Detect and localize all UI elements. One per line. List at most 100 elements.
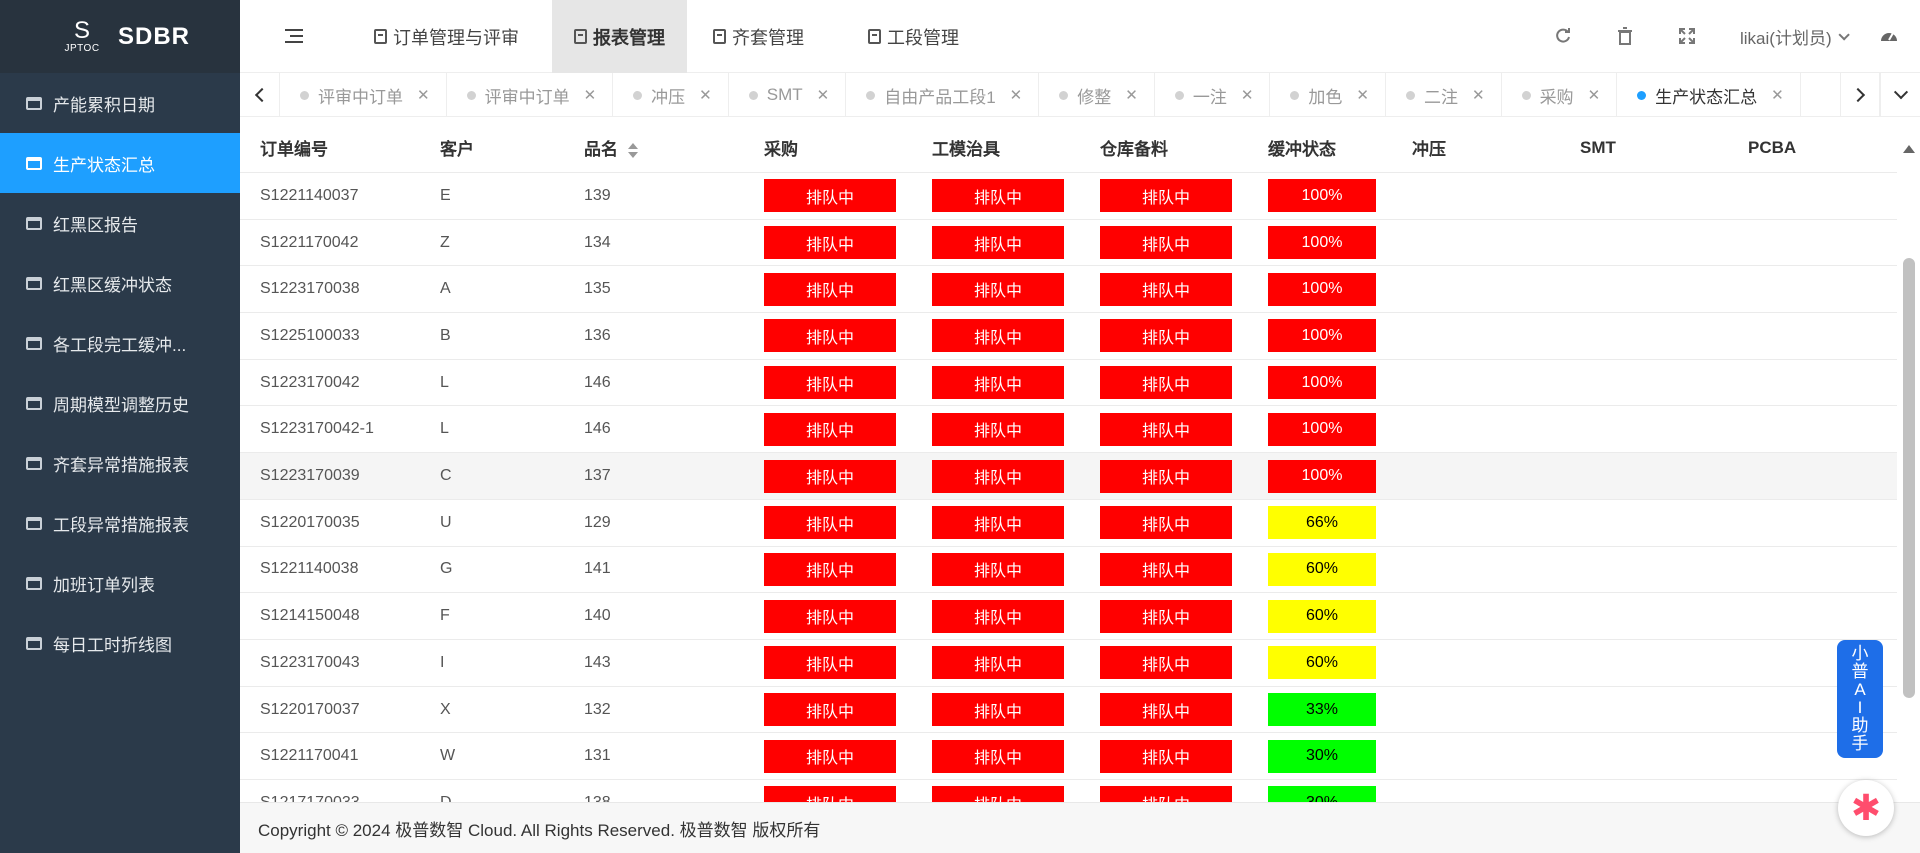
close-icon[interactable]: ✕ — [1125, 86, 1138, 104]
page-tab[interactable]: 评审中订单 ✕ — [280, 73, 447, 117]
ai-assistant-button[interactable]: 小普AI助手 — [1837, 640, 1883, 758]
table-row[interactable]: S1223170042-1 L 146 排队中 排队中 排队中 100% — [240, 407, 1897, 454]
status-table: 订单编号 客户 品名 采购 工模治具 仓库备料 缓冲状态 冲压 SMT PCBA S1221140… — [240, 123, 1897, 802]
tabs-scroll-right-button[interactable] — [1840, 73, 1880, 117]
close-icon[interactable]: ✕ — [417, 86, 430, 104]
tabs-scroll-left-button[interactable] — [240, 73, 280, 117]
tab-label: 一注 — [1192, 87, 1227, 107]
page-tab[interactable]: 一注 ✕ — [1155, 73, 1271, 117]
close-icon[interactable]: ✕ — [1241, 86, 1254, 104]
product-name: 131 — [584, 747, 611, 765]
brand: S JPTOC SDBR — [0, 0, 240, 73]
close-icon[interactable]: ✕ — [1356, 86, 1369, 104]
buffer-status-badge: 100% — [1268, 366, 1376, 400]
window-icon — [26, 456, 42, 470]
fullscreen-icon[interactable] — [1676, 25, 1698, 47]
page-tab[interactable]: 采购 ✕ — [1502, 73, 1618, 117]
document-icon — [574, 29, 587, 44]
buffer-status-badge: 100% — [1268, 459, 1376, 493]
sidebar-item[interactable]: 红黑区缓冲状态 — [0, 253, 240, 313]
top-nav-item[interactable]: 报表管理 — [552, 0, 687, 73]
menu-collapse-icon[interactable] — [285, 29, 303, 44]
user-menu[interactable]: likai(计划员) — [1740, 0, 1850, 73]
page-tab[interactable]: 加色 ✕ — [1270, 73, 1386, 117]
logo-mark: S — [73, 16, 90, 44]
page-tab[interactable]: 冲压 ✕ — [613, 73, 729, 117]
page-tab[interactable]: SMT ✕ — [729, 73, 847, 117]
sidebar-item[interactable]: 周期模型调整历史 — [0, 373, 240, 433]
sidebar: S JPTOC SDBR 产能累积日期 生产状态汇总 红黑区报告 红黑区缓冲状态 各工段… — [0, 0, 240, 853]
status-badge: 排队中 — [1100, 226, 1232, 260]
dashboard-icon[interactable] — [1878, 25, 1900, 47]
table-row[interactable]: S1223170043 I 143 排队中 排队中 排队中 60% — [240, 640, 1897, 687]
tab-label: 生产状态汇总 — [1655, 87, 1758, 107]
table-row[interactable]: S1223170042 L 146 排队中 排队中 排队中 100% — [240, 360, 1897, 407]
column-header[interactable]: 品名 — [584, 135, 638, 160]
page-tab[interactable]: 修整 ✕ — [1039, 73, 1155, 117]
close-icon[interactable]: ✕ — [584, 86, 597, 104]
top-nav-item[interactable]: 工段管理 — [846, 0, 981, 73]
tab-dot-icon — [466, 90, 476, 100]
page-tab[interactable]: 二注 ✕ — [1386, 73, 1502, 117]
table-row[interactable]: S1221140037 E 139 排队中 排队中 排队中 100% — [240, 173, 1897, 220]
table-row[interactable]: S1223170039 C 137 排队中 排队中 排队中 100% — [240, 453, 1897, 500]
page-tab[interactable]: 评审中订单 ✕ — [447, 73, 614, 117]
sidebar-item[interactable]: 生产状态汇总 — [0, 133, 240, 193]
sidebar-item[interactable]: 齐套异常措施报表 — [0, 433, 240, 493]
tab-label: 自由产品工段1 — [884, 87, 996, 107]
close-icon[interactable]: ✕ — [1010, 86, 1023, 104]
buffer-status-badge: 30% — [1268, 786, 1376, 802]
tab-dot-icon — [300, 90, 309, 100]
tab-dot-icon — [1637, 90, 1647, 100]
tab-label: 加色 — [1308, 87, 1343, 107]
tabs-dropdown-button[interactable] — [1880, 73, 1920, 117]
order-number: S1223170042-1 — [260, 420, 374, 438]
page-tab[interactable]: 自由产品工段1 ✕ — [846, 73, 1040, 117]
close-icon[interactable]: ✕ — [1472, 86, 1485, 104]
order-number: S1223170043 — [260, 653, 360, 671]
window-icon — [26, 216, 42, 230]
sidebar-item[interactable]: 每日工时折线图 — [0, 613, 240, 673]
table-row[interactable]: S1214150048 F 140 排队中 排队中 排队中 60% — [240, 593, 1897, 640]
order-number: S1223170039 — [260, 467, 360, 485]
table-row[interactable]: S1223170038 A 135 排队中 排队中 排队中 100% — [240, 266, 1897, 314]
footer: Copyright © 2024 极普数智 Cloud. All Rights … — [240, 802, 1920, 853]
sort-icon[interactable] — [628, 142, 638, 159]
scrollbar-thumb[interactable] — [1903, 258, 1915, 698]
sidebar-item[interactable]: 红黑区报告 — [0, 193, 240, 253]
table-row[interactable]: S1225100033 B 136 排队中 排队中 排队中 100% — [240, 313, 1897, 360]
table-row[interactable]: S1221140038 G 141 排队中 排队中 排队中 60% — [240, 547, 1897, 594]
sidebar-item[interactable]: 工段异常措施报表 — [0, 493, 240, 553]
close-icon[interactable]: ✕ — [1771, 86, 1784, 104]
table-row[interactable]: S1221170042 Z 134 排队中 排队中 排队中 100% — [240, 220, 1897, 267]
window-icon — [26, 636, 42, 650]
page-tab[interactable]: 生产状态汇总 ✕ — [1617, 73, 1801, 117]
column-header-label: 采购 — [764, 140, 798, 159]
table-row[interactable]: S1220170035 U 129 排队中 排队中 排队中 66% — [240, 500, 1897, 547]
ai-assistant-fab[interactable]: ✱ — [1838, 780, 1894, 836]
close-icon[interactable]: ✕ — [817, 86, 830, 104]
sidebar-item[interactable]: 加班订单列表 — [0, 553, 240, 613]
order-number: S1221140038 — [260, 560, 359, 578]
tab-dot-icon — [1059, 90, 1069, 100]
table-row[interactable]: S1217170033 D 138 排队中 排队中 排队中 30% — [240, 780, 1897, 802]
top-nav-item[interactable]: 订单管理与评审 — [352, 0, 541, 73]
table-row[interactable]: S1221170041 W 131 排队中 排队中 排队中 30% — [240, 733, 1897, 781]
trash-icon[interactable] — [1614, 25, 1636, 47]
copyright-text: Copyright © 2024 极普数智 Cloud. All Rights … — [258, 820, 821, 840]
tab-dot-icon — [748, 90, 758, 100]
assistant-label-char: A — [1854, 680, 1866, 699]
scroll-up-icon[interactable] — [1903, 145, 1915, 153]
close-icon[interactable]: ✕ — [699, 86, 712, 104]
refresh-icon[interactable] — [1552, 25, 1574, 47]
table-row[interactable]: S1220170037 X 132 排队中 排队中 排队中 33% — [240, 687, 1897, 734]
close-icon[interactable]: ✕ — [1588, 86, 1601, 104]
order-number: S1221170042 — [260, 233, 359, 251]
table-scrollbar[interactable] — [1897, 123, 1920, 802]
top-nav-label: 订单管理与评审 — [393, 27, 519, 48]
status-badge: 排队中 — [1100, 366, 1232, 400]
top-nav-item[interactable]: 齐套管理 — [691, 0, 826, 73]
status-badge: 排队中 — [932, 786, 1064, 802]
sidebar-item[interactable]: 各工段完工缓冲... — [0, 313, 240, 373]
sidebar-item[interactable]: 产能累积日期 — [0, 73, 240, 133]
